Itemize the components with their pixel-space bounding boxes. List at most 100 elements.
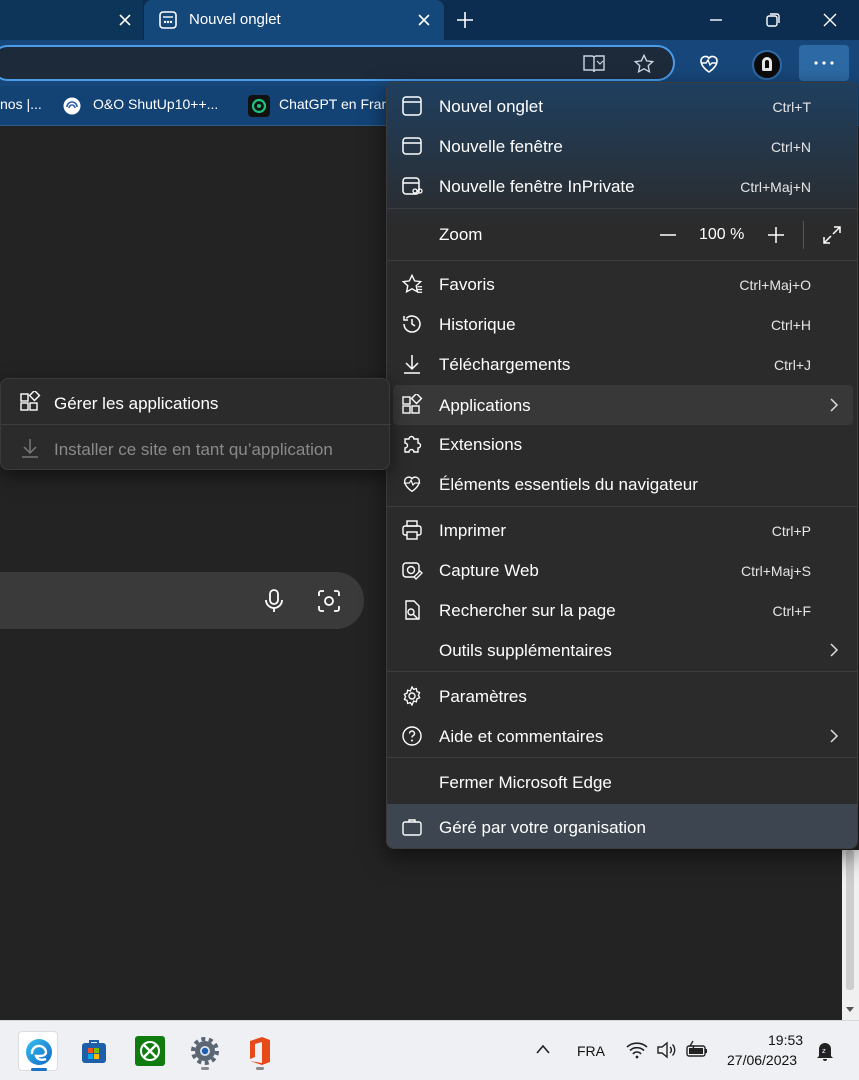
taskbar-edge[interactable] [18, 1031, 58, 1071]
battery-charging-icon[interactable] [685, 1040, 709, 1060]
favorite-link[interactable]: nos |... [0, 96, 42, 112]
new-tab-plus-icon[interactable] [455, 10, 475, 30]
heartbeat-icon [401, 473, 423, 495]
download-icon [19, 437, 41, 459]
menu-shortcut: Ctrl+T [772, 99, 812, 115]
briefcase-icon [401, 816, 423, 838]
menu-divider [387, 671, 857, 672]
microsoft-store-icon [80, 1037, 108, 1065]
menu-label: Nouvelle fenêtre InPrivate [439, 177, 635, 196]
taskbar-settings[interactable] [185, 1031, 225, 1071]
address-bar[interactable] [0, 45, 675, 81]
menu-item-downloads[interactable]: Téléchargements Ctrl+J [387, 344, 857, 384]
chevron-right-icon [827, 728, 841, 744]
active-indicator [31, 1068, 47, 1071]
zoom-in-plus-icon[interactable] [766, 225, 786, 245]
menu-item-browser-essentials[interactable]: Éléments essentiels du navigateur [387, 464, 857, 504]
applications-submenu: Gérer les applications Installer ce site… [0, 378, 391, 470]
minimize-icon[interactable] [708, 12, 724, 28]
new-tab-icon [401, 95, 423, 117]
menu-divider [387, 506, 857, 507]
menu-label: Capture Web [439, 561, 539, 580]
menu-item-new-window[interactable]: Nouvelle fenêtre Ctrl+N [387, 126, 857, 166]
zoom-divider [803, 221, 804, 249]
tab-previous[interactable] [0, 0, 143, 40]
close-window-icon[interactable] [822, 12, 838, 28]
browser-essentials-icon[interactable] [697, 52, 721, 76]
menu-item-more-tools[interactable]: Outils supplémentaires [387, 630, 857, 670]
visual-search-icon[interactable] [316, 588, 342, 614]
menu-item-web-capture[interactable]: Capture Web Ctrl+Maj+S [387, 550, 857, 590]
tab-title: Nouvel onglet [189, 11, 281, 28]
menu-item-find-on-page[interactable]: Rechercher sur la page Ctrl+F [387, 590, 857, 630]
chevron-right-icon [827, 397, 841, 413]
profile-avatar[interactable] [752, 50, 782, 80]
close-tab-icon[interactable] [416, 12, 432, 28]
restore-icon[interactable] [765, 12, 781, 28]
help-icon [401, 725, 423, 747]
apps-icon [19, 389, 41, 413]
zoom-out-minus-icon[interactable] [658, 225, 678, 245]
submenu-item-install-site: Installer ce site en tant qu’application [1, 428, 391, 468]
menu-shortcut: Ctrl+N [770, 139, 811, 155]
edge-browser-icon [24, 1037, 54, 1067]
close-tab-icon[interactable] [117, 12, 133, 28]
open-indicator [201, 1067, 209, 1070]
menu-label: Outils supplémentaires [439, 641, 612, 660]
microphone-icon[interactable] [262, 588, 286, 614]
favorite-link[interactable]: O&O ShutUp10++... [93, 96, 218, 112]
printer-icon [401, 519, 423, 541]
menu-label: Extensions [439, 435, 523, 454]
taskbar: FRA 19:53 27/06/2023 z [0, 1020, 859, 1080]
taskbar-xbox[interactable] [130, 1031, 170, 1071]
chevron-up-icon[interactable] [535, 1043, 551, 1055]
taskbar-store[interactable] [74, 1031, 114, 1071]
volume-icon[interactable] [656, 1041, 678, 1059]
scroll-down-arrow-icon[interactable] [845, 1006, 855, 1014]
menu-item-extensions[interactable]: Extensions [387, 424, 857, 464]
gear-icon [401, 685, 423, 707]
menu-item-print[interactable]: Imprimer Ctrl+P [387, 510, 857, 550]
clock-date[interactable]: 27/06/2023 [727, 1052, 797, 1068]
submenu-divider [1, 424, 391, 425]
menu-label: Aide et commentaires [439, 727, 604, 746]
notification-bell-icon[interactable]: z [815, 1040, 835, 1062]
menu-label: Nouvelle fenêtre [439, 137, 563, 156]
menu-label: Applications [439, 396, 531, 415]
favorites-star-icon [401, 273, 423, 295]
menu-item-help[interactable]: Aide et commentaires [387, 716, 857, 756]
menu-item-applications[interactable]: Applications [393, 385, 853, 425]
menu-divider [387, 757, 857, 758]
scrollbar-thumb[interactable] [846, 850, 854, 990]
oo-shutup-icon [62, 96, 82, 116]
tab-active[interactable]: Nouvel onglet [144, 0, 444, 40]
immersive-reader-icon[interactable] [582, 53, 606, 75]
menu-shortcut: Ctrl+Maj+S [740, 563, 811, 579]
menu-item-settings[interactable]: Paramètres [387, 676, 857, 716]
submenu-item-manage-apps[interactable]: Gérer les applications [1, 382, 391, 422]
taskbar-office[interactable] [240, 1031, 280, 1071]
wifi-icon[interactable] [626, 1041, 648, 1059]
menu-item-managed-by-org[interactable]: Géré par votre organisation [387, 804, 857, 848]
menu-label: Favoris [439, 275, 495, 294]
settings-and-more-button[interactable] [799, 45, 849, 81]
zoom-value: 100 % [699, 226, 745, 243]
search-box[interactable] [0, 572, 364, 629]
menu-label: Rechercher sur la page [439, 601, 616, 620]
add-favorite-star-icon[interactable] [633, 53, 655, 75]
language-indicator[interactable]: FRA [577, 1043, 605, 1059]
clock-time[interactable]: 19:53 [768, 1032, 803, 1048]
favorite-link[interactable]: ChatGPT en Fran [279, 96, 389, 112]
menu-item-new-tab[interactable]: Nouvel onglet Ctrl+T [387, 86, 857, 126]
menu-item-history[interactable]: Historique Ctrl+H [387, 304, 857, 344]
submenu-label: Gérer les applications [54, 394, 219, 413]
download-icon [401, 353, 423, 375]
menu-item-favorites[interactable]: Favoris Ctrl+Maj+O [387, 264, 857, 304]
avatar-glyph [762, 57, 772, 71]
menu-item-close-edge[interactable]: Fermer Microsoft Edge [387, 762, 857, 802]
menu-label: Imprimer [439, 521, 507, 540]
menu-divider [387, 208, 857, 209]
svg-text:z: z [822, 1047, 826, 1055]
full-screen-icon[interactable] [821, 224, 843, 246]
menu-item-inprivate[interactable]: Nouvelle fenêtre InPrivate Ctrl+Maj+N [387, 166, 857, 206]
